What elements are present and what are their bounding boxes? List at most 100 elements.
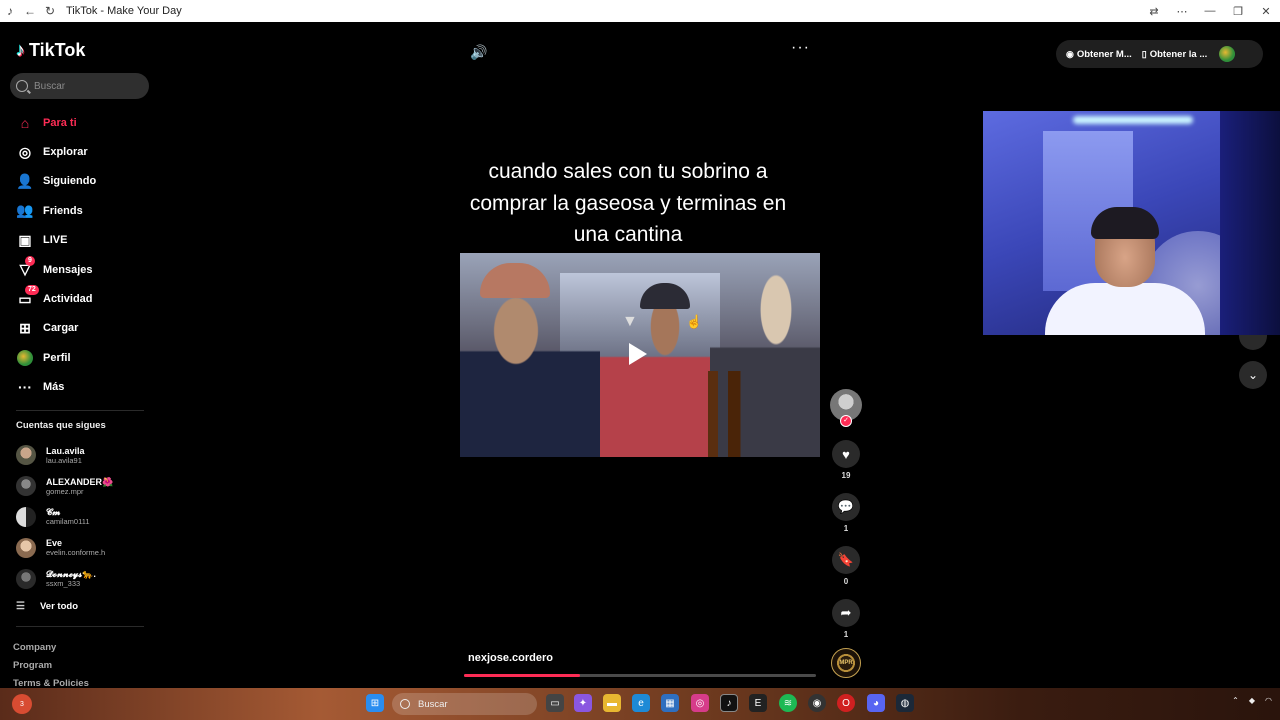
video-author[interactable]: nexjose.cordero xyxy=(468,652,553,664)
sidebar: ♪ TikTok ⌂ Para ti ◎ Explorar 👤 Siguiend… xyxy=(0,22,160,688)
save-count: 0 xyxy=(843,577,849,586)
nav-item-live[interactable]: ▣ LIVE xyxy=(0,226,160,255)
messages-icon: ▽ 9 xyxy=(16,255,35,279)
instagram-icon[interactable]: ◎ xyxy=(691,694,709,712)
webcam-overlay xyxy=(983,111,1280,335)
footer-link-terms[interactable]: Terms & Policies xyxy=(13,678,89,688)
minimize-icon[interactable]: — xyxy=(1196,0,1224,22)
tiktok-taskbar-icon[interactable]: ♪ xyxy=(720,694,738,712)
tray-chevron-icon[interactable]: ⌃ xyxy=(1232,696,1239,705)
like-count: 19 xyxy=(841,471,851,480)
weather-widget-icon[interactable]: 3 xyxy=(12,694,32,714)
obs-icon[interactable]: ◉ xyxy=(808,694,826,712)
more-options-icon[interactable]: ··· xyxy=(791,39,810,57)
get-app-button[interactable]: ▯ Obtener la ... xyxy=(1142,49,1208,60)
search-input[interactable] xyxy=(34,80,134,92)
play-icon[interactable] xyxy=(629,343,647,365)
nav-item-cargar[interactable]: ⊞ Cargar xyxy=(0,314,160,343)
copilot-icon[interactable]: ✦ xyxy=(574,694,592,712)
edge-icon[interactable]: e xyxy=(632,694,650,712)
chevron-down-icon: ⌄ xyxy=(1247,368,1259,382)
divider xyxy=(16,410,144,411)
footer-link-program[interactable]: Program xyxy=(13,660,89,678)
nav-item-perfil[interactable]: Perfil xyxy=(0,343,160,372)
activity-icon: ▭ 72 xyxy=(16,285,39,308)
windows-taskbar: 3 ⊞ Buscar ▭ ✦ ▬ e ▦ ◎ ♪ E ≋ ◉ O ◕ ◍ ⌃ ◆… xyxy=(0,688,1280,720)
messages-badge: 9 xyxy=(25,255,35,266)
mouse-cursor-icon: ☝ xyxy=(686,314,703,329)
nav-item-mensajes[interactable]: ▽ 9 Mensajes xyxy=(0,255,160,284)
following-item[interactable]: Eve evelin.conforme.h xyxy=(16,532,156,563)
file-explorer-icon[interactable]: ▬ xyxy=(603,694,621,712)
back-icon[interactable]: ← xyxy=(20,0,40,22)
comment-icon[interactable]: 💬 xyxy=(832,493,860,521)
nav-item-mas[interactable]: ··· Más xyxy=(0,373,160,402)
save-action[interactable]: 🔖 0 xyxy=(830,546,862,586)
following-icon: 👤 xyxy=(16,172,34,189)
list-icon: ☰ xyxy=(16,601,25,612)
steam-icon[interactable]: ◍ xyxy=(896,694,914,712)
video-progress-fill xyxy=(464,674,581,677)
main-nav: ⌂ Para ti ◎ Explorar 👤 Siguiendo 👥 Frien… xyxy=(0,108,160,402)
task-view-icon[interactable]: ▭ xyxy=(546,694,564,712)
epic-games-icon[interactable]: E xyxy=(749,694,767,712)
maximize-icon[interactable]: ❐ xyxy=(1224,0,1252,22)
get-coins-button[interactable]: ◉ Obtener M... xyxy=(1066,49,1132,60)
following-list: Lau.avila lau.avila91 ALEXANDER🌺 gomez.mpr… xyxy=(16,440,156,594)
tray-app-icon[interactable]: ◆ xyxy=(1249,696,1255,705)
video-player[interactable]: ▼ xyxy=(460,253,820,457)
video-controls-top: 🔊 ··· xyxy=(470,39,810,64)
heart-icon[interactable]: ♥ xyxy=(832,440,860,468)
footer-link-company[interactable]: Company xyxy=(13,642,89,660)
nav-item-para-ti[interactable]: ⌂ Para ti xyxy=(0,108,160,137)
activity-badge: 72 xyxy=(25,285,39,296)
tiktok-favicon-icon: ♪ xyxy=(7,4,13,18)
user-avatar[interactable] xyxy=(1219,46,1236,62)
menu-dots-icon[interactable]: ⋯ xyxy=(1168,0,1196,22)
follow-check-icon[interactable]: ✓ xyxy=(840,415,852,427)
opera-icon[interactable]: O xyxy=(837,694,855,712)
coin-icon: ◉ xyxy=(1066,48,1074,59)
wifi-icon[interactable]: ◠ xyxy=(1265,696,1272,705)
store-icon[interactable]: ▦ xyxy=(661,694,679,712)
compass-icon: ◎ xyxy=(18,143,32,160)
close-icon[interactable]: ✕ xyxy=(1252,0,1280,22)
system-tray: ⌃ ◆ ◠ xyxy=(1232,696,1272,705)
volume-icon[interactable]: 🔊 xyxy=(470,44,487,61)
share-action[interactable]: ➦ 1 xyxy=(830,599,862,639)
see-all-link[interactable]: ☰ Ver todo xyxy=(16,601,78,612)
music-disc[interactable]: MPR xyxy=(831,648,861,678)
start-icon[interactable]: ⊞ xyxy=(366,694,384,712)
nav-item-siguiendo[interactable]: 👤 Siguiendo xyxy=(0,167,160,196)
share-count: 1 xyxy=(843,630,849,639)
creator-avatar[interactable]: ✓ xyxy=(830,389,862,427)
tiktok-logo[interactable]: ♪ TikTok xyxy=(16,40,85,61)
comment-count: 1 xyxy=(843,524,849,533)
phone-icon: ▯ xyxy=(1141,48,1147,59)
following-item[interactable]: 𝓒𝓶 camilam0111 xyxy=(16,502,156,533)
browser-titlebar: ♪ ← ↻ TikTok - Make Your Day ⇄ ⋯ — ❐ ✕ xyxy=(0,0,1280,22)
spotify-icon[interactable]: ≋ xyxy=(779,694,797,712)
brand-logo-icon: ▼ xyxy=(622,313,638,330)
translate-icon[interactable]: ⇄ xyxy=(1140,0,1168,22)
taskbar-search[interactable]: Buscar xyxy=(392,693,537,715)
bookmark-icon[interactable]: 🔖 xyxy=(832,546,860,574)
next-video-button[interactable]: ⌄ xyxy=(1239,361,1267,389)
search-box[interactable] xyxy=(10,73,149,99)
discord-icon[interactable]: ◕ xyxy=(867,694,885,712)
action-bar: ✓ ♥ 19 💬 1 🔖 0 ➦ 1 xyxy=(830,389,862,639)
profile-icon xyxy=(16,349,34,367)
following-item[interactable]: 𝓓𝓸𝓷𝓷𝓮𝔂𝓼🐆. ssxm_333 xyxy=(16,563,156,594)
nav-item-friends[interactable]: 👥 Friends xyxy=(0,196,160,225)
comment-action[interactable]: 💬 1 xyxy=(830,493,862,533)
reload-icon[interactable]: ↻ xyxy=(40,0,60,22)
like-action[interactable]: ♥ 19 xyxy=(830,440,862,480)
nav-item-actividad[interactable]: ▭ 72 Actividad xyxy=(0,284,160,313)
nav-item-explorar[interactable]: ◎ Explorar xyxy=(0,137,160,166)
following-item[interactable]: ALEXANDER🌺 gomez.mpr xyxy=(16,471,156,502)
video-progress-bar[interactable] xyxy=(464,674,816,677)
share-icon[interactable]: ➦ xyxy=(832,599,860,627)
avatar xyxy=(16,476,36,497)
video-caption: cuando sales con tu sobrino a comprar la… xyxy=(469,160,787,246)
following-item[interactable]: Lau.avila lau.avila91 xyxy=(16,440,156,471)
